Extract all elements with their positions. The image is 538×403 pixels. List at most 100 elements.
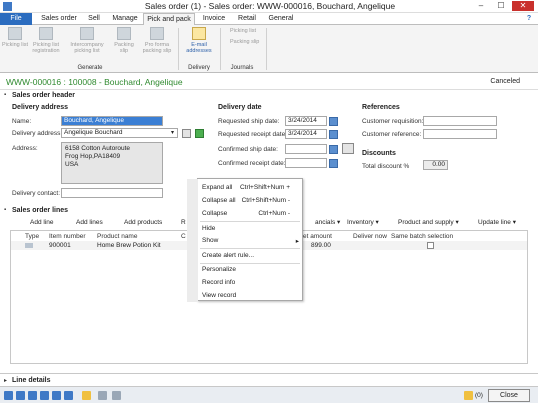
total-discount-label: Total discount % <box>362 163 410 170</box>
menu-separator <box>200 263 300 264</box>
previous-icon[interactable] <box>28 391 37 400</box>
confirmed-receipt-field[interactable] <box>285 158 327 168</box>
pro-forma-icon <box>150 27 164 40</box>
record-header: WWW-000016 : 100008 - Bouchard, Angeliqu… <box>0 74 538 90</box>
chevron-down-icon[interactable]: ▾ <box>171 129 174 136</box>
view-icon[interactable] <box>98 391 107 400</box>
packing-slip-icon <box>117 27 131 40</box>
tab-general[interactable]: General <box>266 13 296 25</box>
column-deliver-now[interactable]: Deliver now <box>353 233 387 240</box>
tab-retail[interactable]: Retail <box>235 13 259 25</box>
add-address-icon[interactable] <box>195 129 204 138</box>
address-line: Frog Hop,PA18409 <box>65 153 121 160</box>
toolbar-r-button[interactable]: R <box>181 217 186 229</box>
menu-item-personalize[interactable]: Personalize <box>202 266 236 273</box>
menu-item-collapse-all[interactable]: Collapse all <box>202 197 236 204</box>
line-details-bar[interactable]: ▸ Line details <box>0 373 538 386</box>
window-titlebar: Sales order (1) - Sales order: WWW-00001… <box>0 0 538 13</box>
requested-ship-field[interactable]: 3/24/2014 <box>285 116 327 126</box>
add-products-button[interactable]: Add products <box>124 217 162 229</box>
delivery-contact-field[interactable] <box>61 188 163 198</box>
group-label-delivery: Delivery <box>188 65 210 71</box>
menu-item-expand-all[interactable]: Expand all <box>202 184 232 191</box>
context-menu: Expand all Ctrl+Shift+Num + Collapse all… <box>187 178 303 302</box>
picking-list-icon <box>8 27 22 40</box>
calendar-icon[interactable] <box>329 159 338 168</box>
menu-item-hide[interactable]: Hide <box>202 225 215 232</box>
picking-list-registration-button[interactable]: Picking list registration <box>29 27 63 54</box>
calendar-icon[interactable] <box>329 117 338 126</box>
expand-line-details-icon[interactable]: ▸ <box>4 377 7 384</box>
customer-requisition-label: Customer requisition: <box>362 118 424 125</box>
menu-item-show[interactable]: Show <box>202 237 218 244</box>
tab-manage[interactable]: Manage <box>110 13 140 25</box>
financials-button[interactable]: ancials ▾ <box>315 217 340 229</box>
address-box: 6158 Cotton Autoroute Frog Hop,PA18409 U… <box>61 142 163 184</box>
intercompany-icon <box>80 27 94 40</box>
column-type[interactable]: Type <box>25 233 39 240</box>
column-product-name[interactable]: Product name <box>97 233 137 240</box>
last-record-icon[interactable] <box>64 391 73 400</box>
ribbon-divider <box>178 28 179 70</box>
edit-address-icon[interactable] <box>182 129 191 138</box>
column-same-batch[interactable]: Same batch selection <box>391 233 453 240</box>
next-icon[interactable] <box>40 391 49 400</box>
first-record-icon[interactable] <box>4 391 13 400</box>
menu-item-record-info[interactable]: Record info <box>202 279 235 286</box>
name-field[interactable]: Bouchard, Angelique <box>61 116 163 126</box>
collapse-lines-icon[interactable]: ▪ <box>4 207 6 213</box>
maximize-button[interactable]: ☐ <box>492 1 510 11</box>
column-item-number[interactable]: Item number <box>49 233 86 240</box>
shortcut-collapse-all: Ctrl+Shift+Num - <box>241 197 290 204</box>
confirm-dates-icon[interactable] <box>342 143 354 154</box>
picking-list-button[interactable]: Picking list <box>2 27 28 48</box>
add-line-button[interactable]: Add line <box>30 217 54 229</box>
tab-sales-order[interactable]: Sales order <box>38 13 80 25</box>
email-addresses-button[interactable]: E-mail addresses <box>182 27 216 54</box>
update-line-button[interactable]: Update line ▾ <box>478 217 516 229</box>
tab-sell[interactable]: Sell <box>84 13 104 25</box>
alert-icon[interactable] <box>464 391 473 400</box>
customer-requisition-field[interactable] <box>423 116 497 126</box>
attachments-icon[interactable] <box>112 391 121 400</box>
requested-receipt-field[interactable]: 3/24/2014 <box>285 129 327 139</box>
same-batch-checkbox[interactable] <box>427 242 434 249</box>
packing-slip-button[interactable]: Packing slip <box>111 27 137 54</box>
menu-item-create-alert-rule[interactable]: Create alert rule... <box>202 252 254 259</box>
minimize-button[interactable]: – <box>472 1 490 11</box>
customer-reference-field[interactable] <box>423 129 497 139</box>
add-lines-button[interactable]: Add lines <box>76 217 103 229</box>
menu-separator <box>200 221 300 222</box>
column-net-amount[interactable]: et amount <box>303 233 332 240</box>
next-record-icon[interactable] <box>52 391 61 400</box>
close-button[interactable]: Close <box>488 389 530 402</box>
calendar-icon[interactable] <box>329 145 338 154</box>
previous-record-icon[interactable] <box>16 391 25 400</box>
document-id: WWW-000016 : 100008 - Bouchard, Angeliqu… <box>6 77 183 87</box>
tab-file[interactable]: File <box>0 13 32 25</box>
menu-item-collapse[interactable]: Collapse <box>202 210 227 217</box>
journal-packing-slip-link[interactable]: Packing slip <box>230 39 259 45</box>
close-window-button[interactable]: ✕ <box>512 1 534 11</box>
delivery-date-title: Delivery date <box>218 104 262 111</box>
journal-picking-list-link[interactable]: Picking list <box>230 28 256 34</box>
product-and-supply-button[interactable]: Product and supply ▾ <box>398 217 459 229</box>
name-label: Name: <box>12 118 32 125</box>
calendar-icon[interactable] <box>329 130 338 139</box>
cell-item-number: 900001 <box>49 242 71 249</box>
confirmed-ship-field[interactable] <box>285 144 327 154</box>
alert-count[interactable]: (0) <box>475 392 483 399</box>
inventory-button[interactable]: Inventory ▾ <box>347 217 379 229</box>
edit-icon[interactable] <box>82 391 91 400</box>
submenu-arrow-icon: ▸ <box>295 238 299 245</box>
collapse-header-icon[interactable]: ▪ <box>4 92 6 98</box>
help-button[interactable]: ? <box>523 13 535 25</box>
delivery-address-select[interactable]: Angelique Bouchard <box>61 128 178 138</box>
menu-item-view-record[interactable]: View record <box>202 292 236 299</box>
intercompany-picking-list-button[interactable]: Intercompany picking list <box>65 27 109 54</box>
pro-forma-packing-slip-button[interactable]: Pro forma packing slip <box>140 27 174 54</box>
column-c[interactable]: C <box>181 233 186 240</box>
bottom-bar: (0) Close <box>0 386 538 403</box>
tab-invoice[interactable]: Invoice <box>200 13 228 25</box>
row-type-icon <box>25 243 33 248</box>
